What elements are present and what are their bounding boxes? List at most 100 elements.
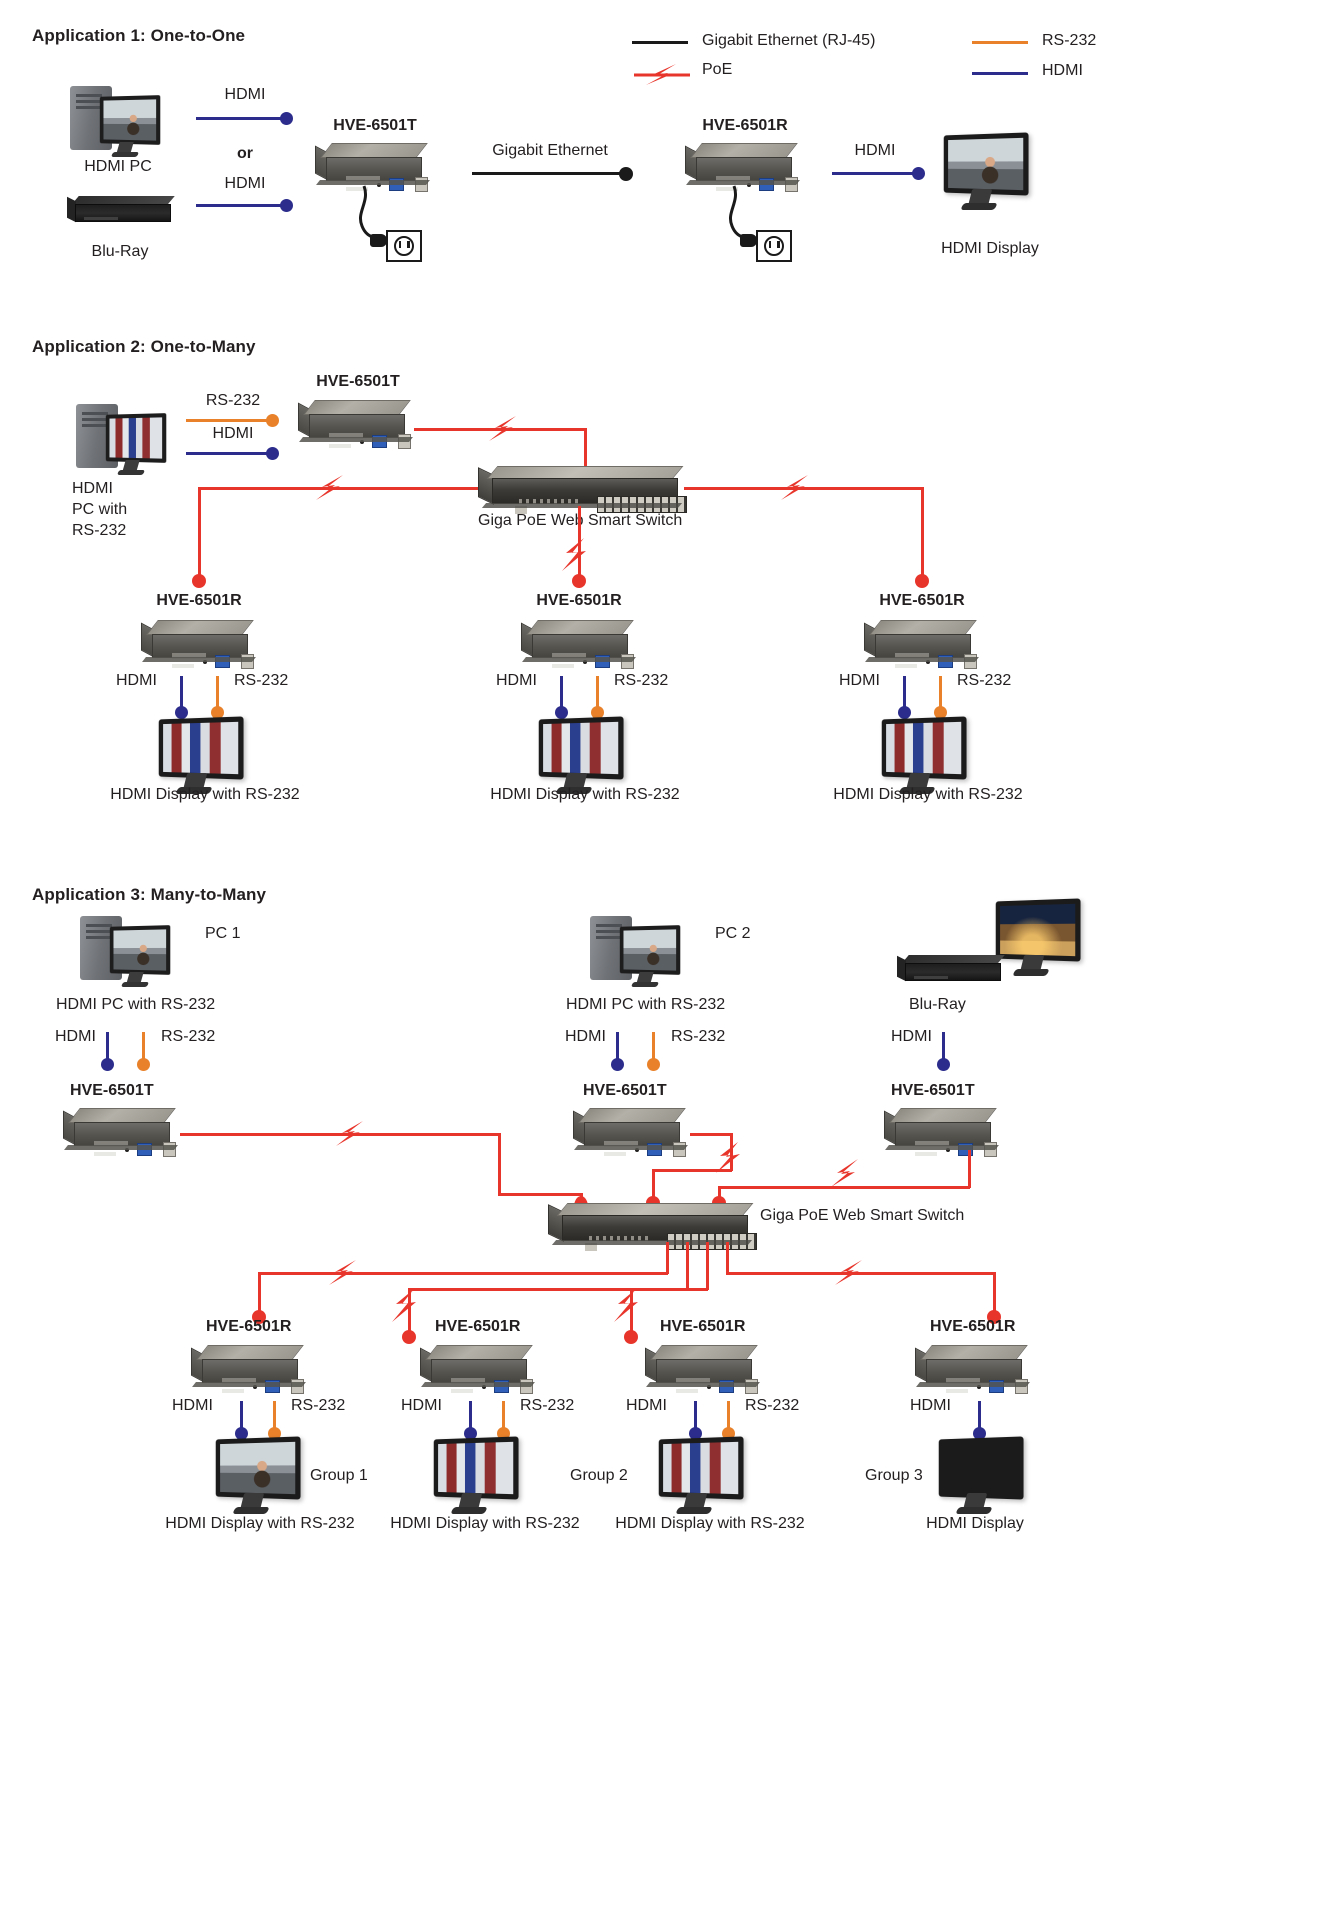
app3-poe-r2-endpoint bbox=[402, 1330, 416, 1344]
app3-receiver-1-display-icon bbox=[212, 1436, 308, 1516]
app1-hdmi-out-endpoint bbox=[912, 167, 925, 180]
app1-receiver-device-icon bbox=[684, 143, 802, 192]
app2-receiver-3-display-label: HDMI Display with RS-232 bbox=[833, 786, 1023, 803]
app2-source-label-line2: PC with bbox=[72, 501, 128, 518]
app3-receiver-2-rs232-label: RS-232 bbox=[520, 1397, 575, 1414]
legend-lightning-bolt-icon bbox=[632, 62, 692, 86]
app3-transmitter-1-label: HVE-6501T bbox=[70, 1082, 154, 1099]
app3-receiver-3-device-icon bbox=[644, 1345, 762, 1394]
legend-label-poe: PoE bbox=[702, 61, 733, 78]
app1-hdmi-top-label: HDMI bbox=[224, 86, 266, 103]
app3-poe-tx1-h2 bbox=[498, 1193, 582, 1196]
app3-receiver-2-label: HVE-6501R bbox=[435, 1318, 521, 1335]
app3-source-2-hdmi-label: HDMI bbox=[565, 1028, 606, 1045]
app3-receiver-4-label: HVE-6501R bbox=[930, 1318, 1016, 1335]
app1-hdmi-out-line bbox=[832, 172, 918, 175]
app2-receiver-1-hdmi-label: HDMI bbox=[116, 672, 157, 689]
app2-receiver-2-display-icon bbox=[535, 716, 631, 796]
app3-poe-bolt-tx3-icon bbox=[820, 1156, 872, 1190]
app3-receiver-4-hdmi-label: HDMI bbox=[910, 1397, 951, 1414]
app2-receiver-1-label: HVE-6501R bbox=[156, 592, 242, 609]
app3-receiver-2-group-label: Group 2 bbox=[570, 1467, 628, 1484]
app2-poe-left-endpoint bbox=[192, 574, 206, 588]
app2-receiver-3-rs232-line bbox=[939, 676, 942, 710]
app1-hdmi-out-label: HDMI bbox=[854, 142, 896, 159]
legend-line-ethernet-icon bbox=[632, 41, 688, 44]
app2-poe-bolt-left-icon bbox=[305, 473, 357, 503]
app1-ethernet-label: Gigabit Ethernet bbox=[492, 142, 608, 159]
app3-receiver-3-rs232-label: RS-232 bbox=[745, 1397, 800, 1414]
app3-receiver-2-display-icon bbox=[430, 1436, 526, 1516]
app3-source-2-tag: PC 2 bbox=[715, 925, 751, 942]
app3-poe-bolt-tx2-icon bbox=[712, 1140, 748, 1176]
app1-ethernet-line bbox=[472, 172, 627, 175]
app2-receiver-3-label: HVE-6501R bbox=[879, 592, 965, 609]
app3-switch-label: Giga PoE Web Smart Switch bbox=[760, 1207, 965, 1224]
app3-source-2-rs232-label: RS-232 bbox=[671, 1028, 726, 1045]
app3-receiver-2-hdmi-label: HDMI bbox=[401, 1397, 442, 1414]
app2-source-label: HDMI PC with RS-232 bbox=[72, 478, 192, 541]
app3-title: Application 3: Many-to-Many bbox=[32, 885, 267, 904]
app2-receiver-2-rs232-label: RS-232 bbox=[614, 672, 669, 689]
app3-receiver-1-device-icon bbox=[190, 1345, 308, 1394]
app3-receiver-3-hdmi-label: HDMI bbox=[626, 1397, 667, 1414]
app1-hdmi-bottom-endpoint bbox=[280, 199, 293, 212]
app2-receiver-1-display-icon bbox=[155, 716, 251, 796]
app2-receiver-3-display-icon bbox=[878, 716, 974, 796]
app2-poe-right-endpoint bbox=[915, 574, 929, 588]
app1-hdmi-top-line bbox=[196, 117, 284, 120]
app3-transmitter-2-device-icon bbox=[572, 1108, 690, 1157]
app3-source-1-caption: HDMI PC with RS-232 bbox=[56, 996, 216, 1013]
app2-poe-bolt-right-icon bbox=[770, 473, 822, 503]
app3-receiver-1-group-label: Group 1 bbox=[310, 1467, 368, 1484]
app3-receiver-4-display-icon bbox=[935, 1436, 1031, 1516]
app3-poe-bolt-r4-icon bbox=[824, 1258, 876, 1288]
app2-receiver-2-hdmi-line bbox=[560, 676, 563, 710]
app1-bluray-icon bbox=[66, 196, 176, 230]
app3-source-1-hdmi-endpoint bbox=[101, 1058, 114, 1071]
app2-receiver-1-device-icon bbox=[140, 620, 258, 669]
app2-receiver-2-device-icon bbox=[520, 620, 638, 669]
app3-poe-r3-endpoint bbox=[624, 1330, 638, 1344]
app3-poe-bolt-r3-icon bbox=[610, 1286, 646, 1326]
app3-receiver-4-device-icon bbox=[914, 1345, 1032, 1394]
app3-source-1-tag: PC 1 bbox=[205, 925, 241, 942]
app3-poe-tx2-h1 bbox=[690, 1133, 732, 1136]
app2-source-label-line1: HDMI bbox=[72, 480, 113, 497]
app2-poe-bolt-center-icon bbox=[558, 535, 594, 575]
app1-bluray-label: Blu-Ray bbox=[91, 243, 149, 260]
legend-label-rs232: RS-232 bbox=[1042, 32, 1097, 49]
app3-poe-bolt-r2-icon bbox=[388, 1286, 424, 1326]
app3-source-1-rs232-label: RS-232 bbox=[161, 1028, 216, 1045]
app3-receiver-1-label: HVE-6501R bbox=[206, 1318, 292, 1335]
legend-line-hdmi-icon bbox=[972, 72, 1028, 75]
app2-receiver-1-rs232-label: RS-232 bbox=[234, 672, 289, 689]
app3-receiver-3-display-icon bbox=[655, 1436, 751, 1516]
legend-label-hdmi: HDMI bbox=[1042, 62, 1083, 79]
app1-rx-outlet-icon bbox=[756, 230, 792, 262]
app2-receiver-1-rs232-line bbox=[216, 676, 219, 710]
app3-source-2-hdmi-endpoint bbox=[611, 1058, 624, 1071]
app2-transmitter-label: HVE-6501T bbox=[316, 373, 400, 390]
app2-transmitter-device-icon bbox=[297, 400, 415, 449]
app1-hdmi-pc-label: HDMI PC bbox=[84, 158, 152, 175]
app3-source-2-rs232-endpoint bbox=[647, 1058, 660, 1071]
legend-line-rs232-icon bbox=[972, 41, 1028, 44]
app2-poe-left-vertical bbox=[198, 487, 201, 580]
app3-source-3-hdmi-endpoint bbox=[937, 1058, 950, 1071]
app3-source-3-hdmi-label: HDMI bbox=[891, 1028, 932, 1045]
app2-poe-center-endpoint bbox=[572, 574, 586, 588]
app1-or-label: or bbox=[237, 145, 253, 162]
app3-poe-bolt-r1-icon bbox=[318, 1258, 370, 1288]
legend: Gigabit Ethernet (RJ-45) RS-232 PoE HDMI bbox=[632, 28, 1332, 90]
app2-receiver-1-hdmi-line bbox=[180, 676, 183, 710]
app3-source-1-icon bbox=[80, 912, 176, 996]
app2-hdmi-label: HDMI bbox=[212, 425, 254, 442]
app3-poe-r2-v1 bbox=[686, 1242, 689, 1290]
app3-source-2-icon bbox=[590, 912, 686, 996]
app3-poe-tx3-v1 bbox=[968, 1150, 971, 1188]
app1-tx-outlet-icon bbox=[386, 230, 422, 262]
app2-title: Application 2: One-to-Many bbox=[32, 337, 256, 356]
app2-receiver-2-display-label: HDMI Display with RS-232 bbox=[490, 786, 680, 803]
app3-receiver-1-display-label: HDMI Display with RS-232 bbox=[165, 1515, 355, 1532]
